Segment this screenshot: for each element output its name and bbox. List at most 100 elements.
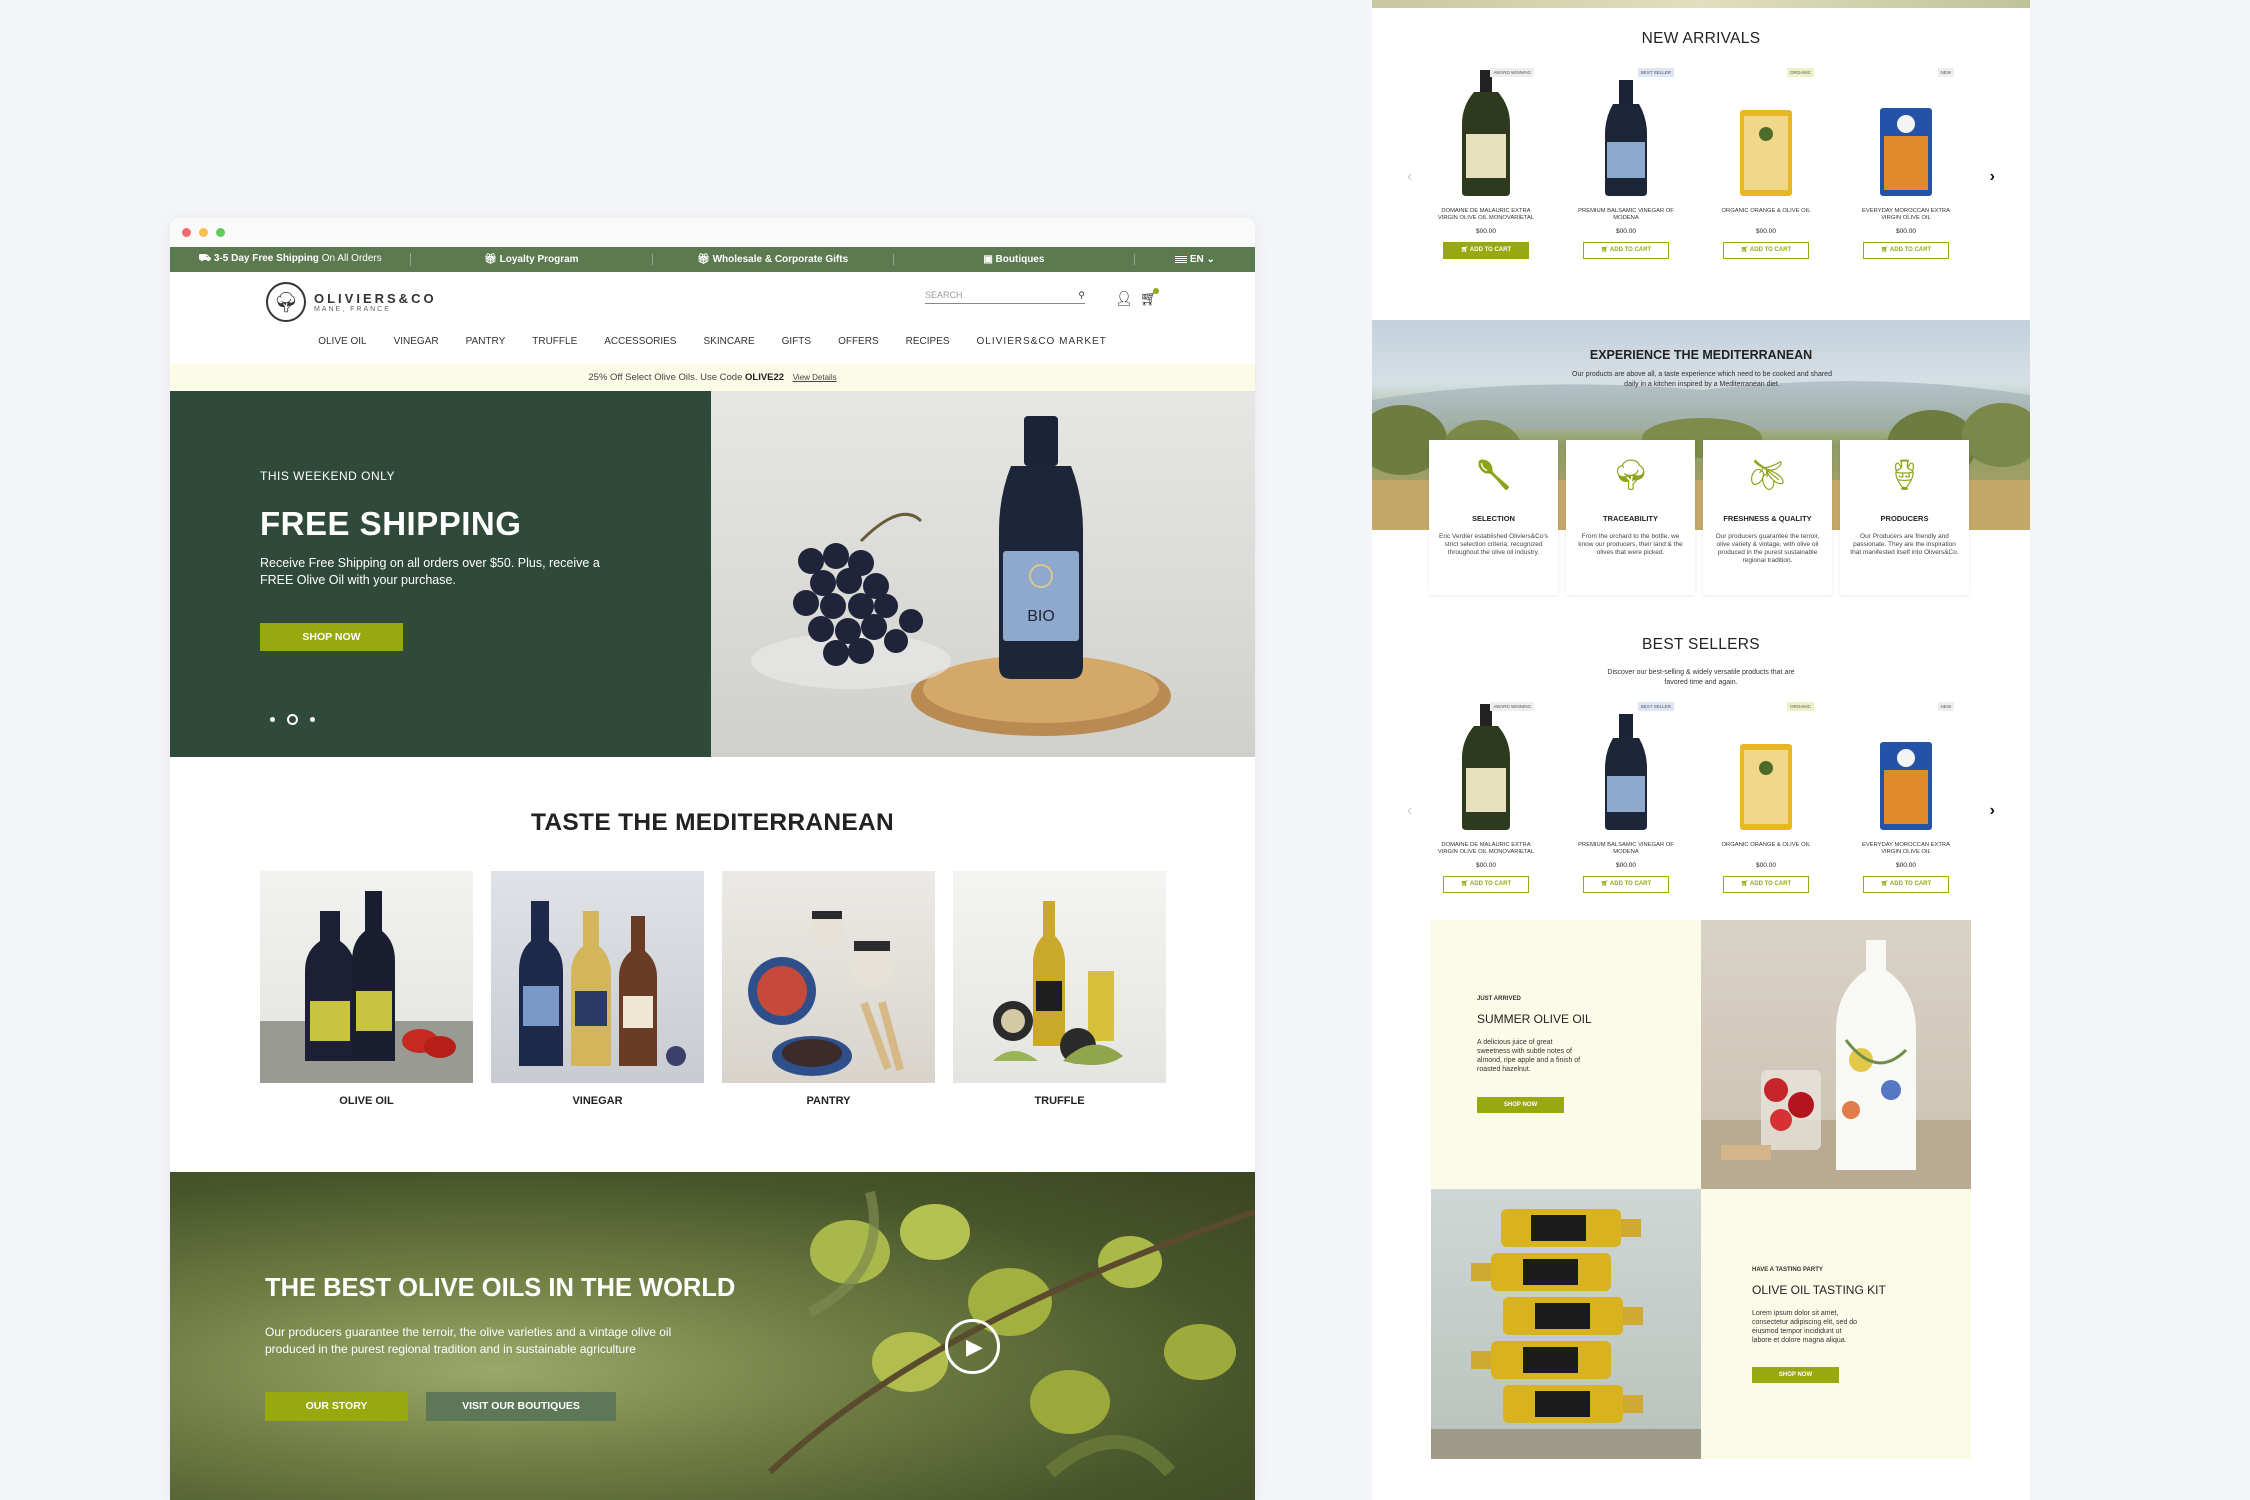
site-logo[interactable]: 🌳︎ OLIVIERS&CO MANE, FRANCE (266, 282, 437, 322)
hero-text: Receive Free Shipping on all orders over… (260, 556, 600, 587)
nav-truffle[interactable]: TRUFFLE (532, 336, 577, 364)
product-price: $00.00 (1756, 228, 1776, 235)
product-name: ORGANIC ORANGE & OLIVE OIL (1721, 842, 1811, 848)
best-oils-title: THE BEST OLIVE OILS IN THE WORLD (265, 1274, 736, 1302)
category-label: TRUFFLE (1034, 1095, 1085, 1107)
add-to-cart-button[interactable]: 🛒︎ ADD TO CART (1443, 242, 1529, 259)
carousel-dot-2[interactable] (287, 714, 298, 725)
minimize-window-dot[interactable] (199, 228, 208, 237)
add-to-cart-button[interactable]: 🛒︎ ADD TO CART (1723, 876, 1809, 893)
shipping-link[interactable]: ⛟ 3-5 Day Free Shipping On All Orders (170, 253, 412, 266)
hero-shop-now-button[interactable]: SHOP NOW (260, 623, 403, 651)
boutiques-label: Boutiques (995, 254, 1045, 265)
product-image (1714, 68, 1818, 198)
product-name: PREMIUM BALSAMIC VINEGAR OF MODENA (1578, 208, 1674, 221)
search-input[interactable]: SEARCH ⚲ (925, 290, 1085, 304)
product-card[interactable]: NEW EVERYDAY MOROCCAN EXTRA VIRGIN OLIVE… (1854, 68, 1958, 259)
nav-recipes[interactable]: RECIPES (906, 336, 950, 364)
store-icon: ▣ (983, 254, 993, 265)
experience-subtitle: Our products are above all, a taste expe… (1572, 371, 1832, 388)
product-name: ORGANIC ORANGE & OLIVE OIL (1721, 208, 1811, 214)
wholesale-link[interactable]: 🎁︎ Wholesale & Corporate Gifts (653, 254, 894, 265)
language-label: EN (1189, 254, 1204, 265)
cart-icon: 🛒︎ (1600, 881, 1609, 887)
category-image-truffle (953, 871, 1166, 1083)
carousel-dot-3[interactable] (310, 717, 315, 722)
add-to-cart-button[interactable]: 🛒︎ ADD TO CART (1443, 876, 1529, 893)
carousel-dot-1[interactable] (270, 717, 275, 722)
product-card[interactable]: AWARD WINNING DOMAINE DE MALAURIC EXTRA … (1434, 68, 1538, 259)
account-icon[interactable]: 👤︎ (1115, 290, 1133, 307)
product-card[interactable]: AWARD WINNING DOMAINE DE MALAURIC EXTRA … (1434, 702, 1538, 893)
tasting-shop-now-button[interactable]: SHOP NOW (1752, 1367, 1839, 1383)
product-card[interactable]: BEST SELLER PREMIUM BALSAMIC VINEGAR OF … (1574, 68, 1678, 259)
nav-skincare[interactable]: SKINCARE (703, 336, 754, 364)
category-card-pantry[interactable]: PANTRY (722, 871, 935, 1107)
promo-details-link[interactable]: View Details (793, 373, 837, 382)
summer-oil-image (1701, 920, 1971, 1189)
loyalty-link[interactable]: 🎁︎ Loyalty Program (411, 254, 653, 265)
add-to-cart-button[interactable]: 🛒︎ ADD TO CART (1863, 876, 1949, 893)
product-badge: ORGANIC (1786, 702, 1814, 711)
product-card[interactable]: ORGANIC ORGANIC ORANGE & OLIVE OIL $00.0… (1714, 68, 1818, 259)
product-badge: BEST SELLER (1637, 68, 1674, 77)
product-image (1434, 68, 1538, 198)
add-to-cart-label: ADD TO CART (1609, 881, 1652, 887)
vinegar-grapes-photo: BIO (751, 416, 1171, 736)
best-sellers-title: BEST SELLERS (1642, 636, 1760, 653)
feature-text: Our Producers are friendly and passionat… (1850, 533, 1959, 556)
tree-icon: 🌳︎ (1611, 459, 1650, 492)
add-to-cart-label: ADD TO CART (1749, 247, 1792, 253)
nav-gifts[interactable]: GIFTS (782, 336, 811, 364)
product-card[interactable]: ORGANIC ORGANIC ORANGE & OLIVE OIL $00.0… (1714, 702, 1818, 893)
summer-shop-now-button[interactable]: SHOP NOW (1477, 1097, 1564, 1113)
nav-accessories[interactable]: ACCESSORIES (604, 336, 676, 364)
tasting-kit-image (1431, 1189, 1701, 1459)
spoon-icon: 🥄︎ (1474, 459, 1513, 492)
language-selector[interactable]: EN ⌄ (1135, 254, 1255, 265)
product-list: AWARD WINNING DOMAINE DE MALAURIC EXTRA … (1372, 68, 2030, 259)
product-name: PREMIUM BALSAMIC VINEGAR OF MODENA (1578, 842, 1674, 855)
cart-icon: 🛒︎ (1740, 881, 1749, 887)
summer-oil-tile: JUST ARRIVED SUMMER OLIVE OIL A deliciou… (1431, 920, 1701, 1189)
category-card-olive-oil[interactable]: OLIVE OIL (260, 871, 473, 1107)
truck-icon: ⛟ (198, 253, 212, 264)
add-to-cart-button[interactable]: 🛒︎ ADD TO CART (1863, 242, 1949, 259)
new-arrivals-carousel: ‹ › AWARD WINNING DOMAINE DE MALAURIC EX… (1372, 68, 2030, 283)
feature-text: From the orchard to the bottle, we know … (1578, 533, 1683, 556)
boutiques-link[interactable]: ▣ Boutiques (894, 254, 1135, 265)
category-card-vinegar[interactable]: VINEGAR (491, 871, 704, 1107)
olive-tree-logo-icon: 🌳︎ (266, 282, 306, 322)
add-to-cart-button[interactable]: 🛒︎ ADD TO CART (1723, 242, 1809, 259)
chevron-down-icon: ⌄ (1206, 254, 1215, 265)
maximize-window-dot[interactable] (216, 228, 225, 237)
category-card-truffle[interactable]: TRUFFLE (953, 871, 1166, 1107)
new-arrivals-title: NEW ARRIVALS (1641, 30, 1761, 47)
carousel-prev-icon[interactable]: ‹ (1407, 802, 1412, 820)
product-image (1854, 702, 1958, 832)
add-to-cart-button[interactable]: 🛒︎ ADD TO CART (1583, 242, 1669, 259)
play-video-icon[interactable]: ▶ (945, 1319, 1000, 1374)
carousel-prev-icon[interactable]: ‹ (1407, 168, 1412, 186)
nav-market[interactable]: OLIVIERS&CO MARKET (977, 336, 1107, 364)
nav-offers[interactable]: OFFERS (838, 336, 879, 364)
product-card[interactable]: NEW EVERYDAY MOROCCAN EXTRA VIRGIN OLIVE… (1854, 702, 1958, 893)
search-icon[interactable]: ⚲ (1078, 290, 1085, 301)
product-price: $00.00 (1476, 228, 1496, 235)
nav-olive-oil[interactable]: OLIVE OIL (318, 336, 366, 364)
add-to-cart-label: ADD TO CART (1889, 881, 1932, 887)
product-image (1434, 702, 1538, 832)
carousel-next-icon[interactable]: › (1990, 802, 1995, 820)
close-window-dot[interactable] (182, 228, 191, 237)
olives-icon: 🫒︎ (1748, 459, 1787, 492)
product-name: DOMAINE DE MALAURIC EXTRA VIRGIN OLIVE O… (1437, 208, 1535, 221)
carousel-next-icon[interactable]: › (1990, 168, 1995, 186)
summer-text: A delicious juice of great sweetness wit… (1477, 1039, 1581, 1073)
add-to-cart-button[interactable]: 🛒︎ ADD TO CART (1583, 876, 1669, 893)
nav-pantry[interactable]: PANTRY (466, 336, 506, 364)
product-card[interactable]: BEST SELLER PREMIUM BALSAMIC VINEGAR OF … (1574, 702, 1678, 893)
nav-vinegar[interactable]: VINEGAR (394, 336, 439, 364)
visit-boutiques-button[interactable]: VISIT OUR BOUTIQUES (426, 1392, 616, 1421)
our-story-button[interactable]: OUR STORY (265, 1392, 408, 1421)
best-sellers-subtitle: Discover our best-selling & widely versa… (1607, 669, 1795, 686)
